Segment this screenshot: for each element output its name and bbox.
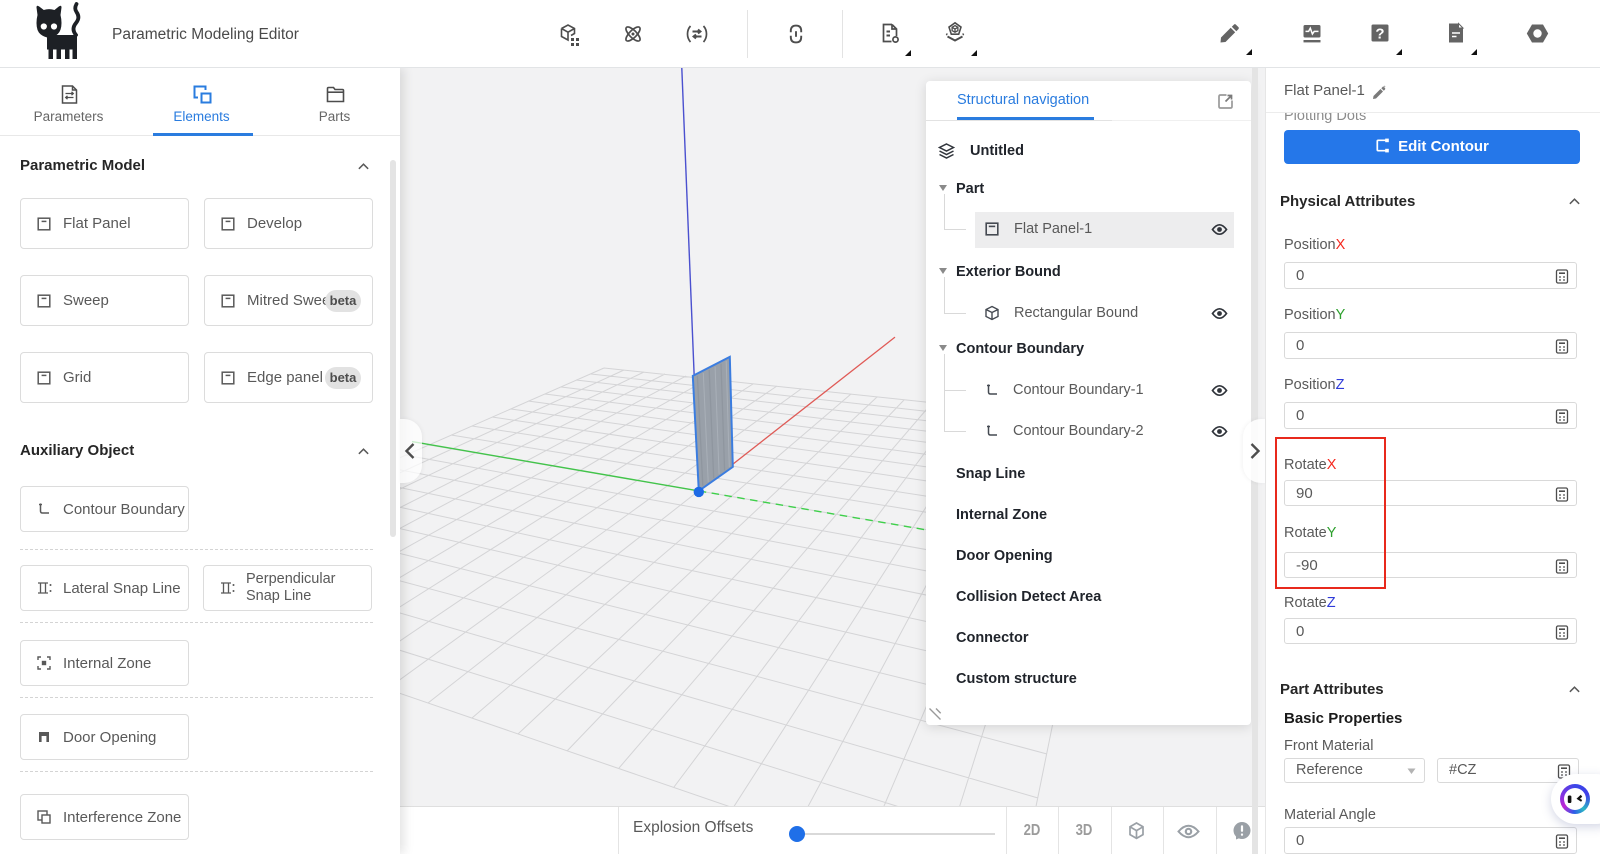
svg-text:?: ? <box>1375 26 1384 43</box>
